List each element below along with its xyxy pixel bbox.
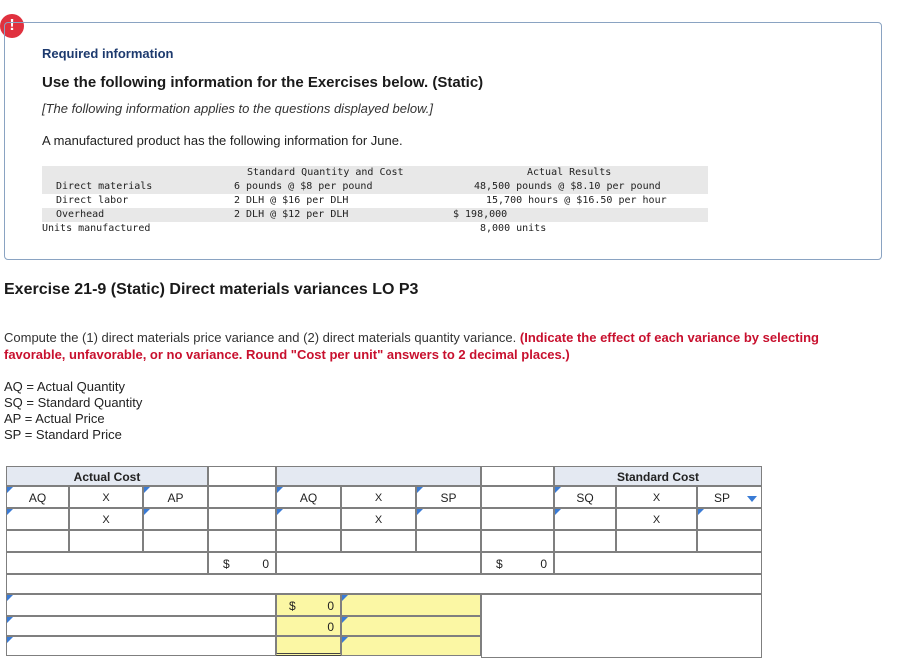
info-note: [The following information applies to th… [42,101,433,116]
info-table-row: Units manufactured 8,000 units [42,222,708,236]
total-variance-effect-select[interactable] [341,636,481,656]
spacer-cell [208,486,276,508]
blank-cell [143,530,208,552]
times-sign: X [616,486,697,508]
info-table-row: Direct labor 2 DLH @ $16 per DLH 15,700 … [42,194,708,208]
dollar-sign: $ [289,599,296,613]
sq-value-input[interactable] [554,508,616,530]
variance-label-input-1[interactable] [6,594,276,616]
info-table-row: Overhead 2 DLH @ $12 per DLH $ 198,000 [42,208,708,222]
variance-value: 0 [327,620,334,634]
dollar-sign: $ [223,557,230,571]
dollar-sign: $ [496,557,503,571]
total-variance-label-input[interactable] [6,636,276,656]
blank-cell [6,552,208,574]
mid-header-cell [276,466,481,486]
standard-cost-header: Standard Cost [554,466,762,486]
blank-row [6,574,762,594]
total-value: 0 [262,557,269,571]
exercise-title: Exercise 21-9 (Static) Direct materials … [4,281,419,298]
quantity-variance-effect-select[interactable] [341,616,481,636]
sp-label-select[interactable]: SP [697,486,762,508]
aq-label-input[interactable]: AQ [6,486,69,508]
blank-cell [697,530,762,552]
times-sign: X [69,486,143,508]
info-heading: Use the following information for the Ex… [42,74,484,91]
actual-cost-header: Actual Cost [6,466,208,486]
spacer-cell [208,530,276,552]
blank-cell [416,530,481,552]
actual-cost-total: $ 0 [208,552,276,574]
variance-value: 0 [327,599,334,613]
spacer-cell [208,508,276,530]
blank-cell [554,530,616,552]
info-intro: A manufactured product has the following… [42,133,403,148]
sp-value-input-mid[interactable] [416,508,481,530]
row-actual: $ 198,000 [453,209,508,220]
instruction-text: Compute the (1) direct materials price v… [4,330,520,345]
total-value: 0 [540,557,547,571]
times-sign: X [341,486,416,508]
row-standard: 2 DLH @ $12 per DLH [234,209,349,220]
row-actual: 48,500 pounds @ $8.10 per pound [474,181,661,192]
variance-label-input-2[interactable] [6,616,276,636]
blank-cell [616,530,697,552]
sp-value-input[interactable] [697,508,762,530]
legend-sq: SQ = Standard Quantity [4,395,143,410]
aq-value-input-mid[interactable] [276,508,341,530]
quantity-variance-amount: 0 [276,616,341,636]
ap-label-input[interactable]: AP [143,486,208,508]
spacer-cell [481,466,554,486]
mid-cost-total: $ 0 [481,552,554,574]
row-actual: 15,700 hours @ $16.50 per hour [486,195,667,206]
row-standard: 6 pounds @ $8 per pound [234,181,373,192]
aq-value-input[interactable] [6,508,69,530]
times-sign: X [341,508,416,530]
info-table-row: Direct materials 6 pounds @ $8 per pound… [42,180,708,194]
aq-label-input-mid[interactable]: AQ [276,486,341,508]
standard-column-header: Standard Quantity and Cost [247,167,404,178]
spacer-cell [481,508,554,530]
legend-ap: AP = Actual Price [4,411,105,426]
row-actual: 8,000 units [480,223,547,234]
blank-cell [276,552,481,574]
required-information-title: Required information [42,46,174,61]
info-table-header-row: Standard Quantity and Cost Actual Result… [42,166,708,180]
price-variance-effect-select[interactable] [341,594,481,616]
blank-cell [481,594,762,658]
exercise-instructions: Compute the (1) direct materials price v… [4,329,884,363]
blank-cell [276,530,341,552]
legend-sp: SP = Standard Price [4,427,122,442]
row-standard: 2 DLH @ $16 per DLH [234,195,349,206]
times-sign: X [616,508,697,530]
blank-cell [6,530,69,552]
sp-label-input-mid[interactable]: SP [416,486,481,508]
row-label: Overhead [56,209,105,220]
row-label: Direct materials [56,181,153,192]
blank-cell [341,530,416,552]
standard-cost-total [554,552,762,574]
sp-select-value: SP [714,491,731,505]
legend-aq: AQ = Actual Quantity [4,379,126,394]
info-table: Standard Quantity and Cost Actual Result… [42,166,708,236]
variance-worksheet: Actual Cost Standard Cost AQ X AP AQ X S… [6,466,762,658]
total-variance-amount [276,636,341,656]
blank-cell [69,530,143,552]
ap-value-input[interactable] [143,508,208,530]
chevron-down-icon [747,496,757,502]
spacer-cell [481,530,554,552]
row-label: Units manufactured [42,223,151,234]
sq-label-input[interactable]: SQ [554,486,616,508]
times-sign: X [69,508,143,530]
price-variance-amount: $ 0 [276,594,341,616]
actual-column-header: Actual Results [527,167,612,178]
row-label: Direct labor [56,195,129,206]
spacer-cell [208,466,276,486]
spacer-cell [481,486,554,508]
